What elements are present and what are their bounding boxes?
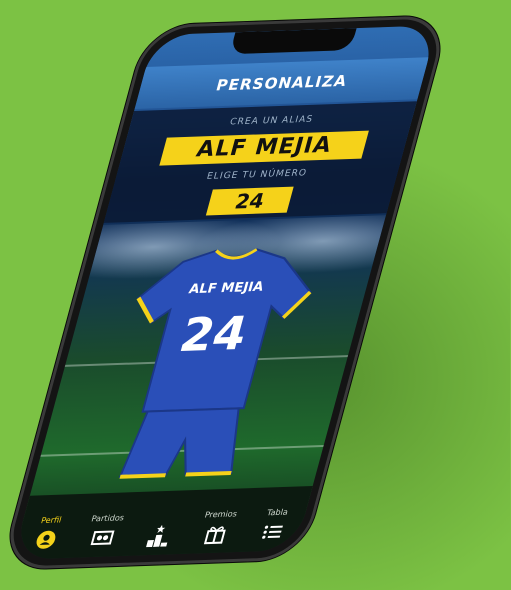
- list-icon: [262, 525, 283, 539]
- nav-item-tabla[interactable]: Tabla: [244, 507, 304, 544]
- nav-item-label: Tabla: [265, 507, 290, 518]
- nav-item-label: Partidos: [90, 513, 126, 524]
- alias-label: CREA UN ALIAS: [228, 114, 315, 128]
- page-title: PERSONALIZA: [134, 57, 429, 110]
- number-label: ELIGE TU NÚMERO: [205, 168, 309, 182]
- podium-icon: [146, 524, 168, 548]
- matches-icon: [90, 530, 115, 546]
- alias-input[interactable]: ALF MEJIA: [159, 130, 369, 166]
- nav-item-label: Perfil: [39, 515, 63, 526]
- gift-icon: [203, 526, 226, 545]
- profile-icon: [36, 530, 56, 549]
- nav-item-partidos[interactable]: Partidos: [74, 513, 134, 550]
- nav-item-label: Premios: [203, 509, 239, 520]
- bottom-nav: Perfil Partidos Premios Tabla: [12, 485, 313, 560]
- nav-item-ranking[interactable]: [131, 520, 189, 548]
- customize-panel: CREA UN ALIAS ALF MEJIA ELIGE TU NÚMERO …: [103, 101, 417, 223]
- jersey-name: ALF MEJIA: [187, 280, 266, 297]
- phone-notch: [229, 28, 357, 55]
- nav-item-perfil[interactable]: Perfil: [18, 515, 78, 552]
- number-input[interactable]: 24: [205, 186, 294, 216]
- nav-item-premios[interactable]: Premios: [187, 509, 247, 546]
